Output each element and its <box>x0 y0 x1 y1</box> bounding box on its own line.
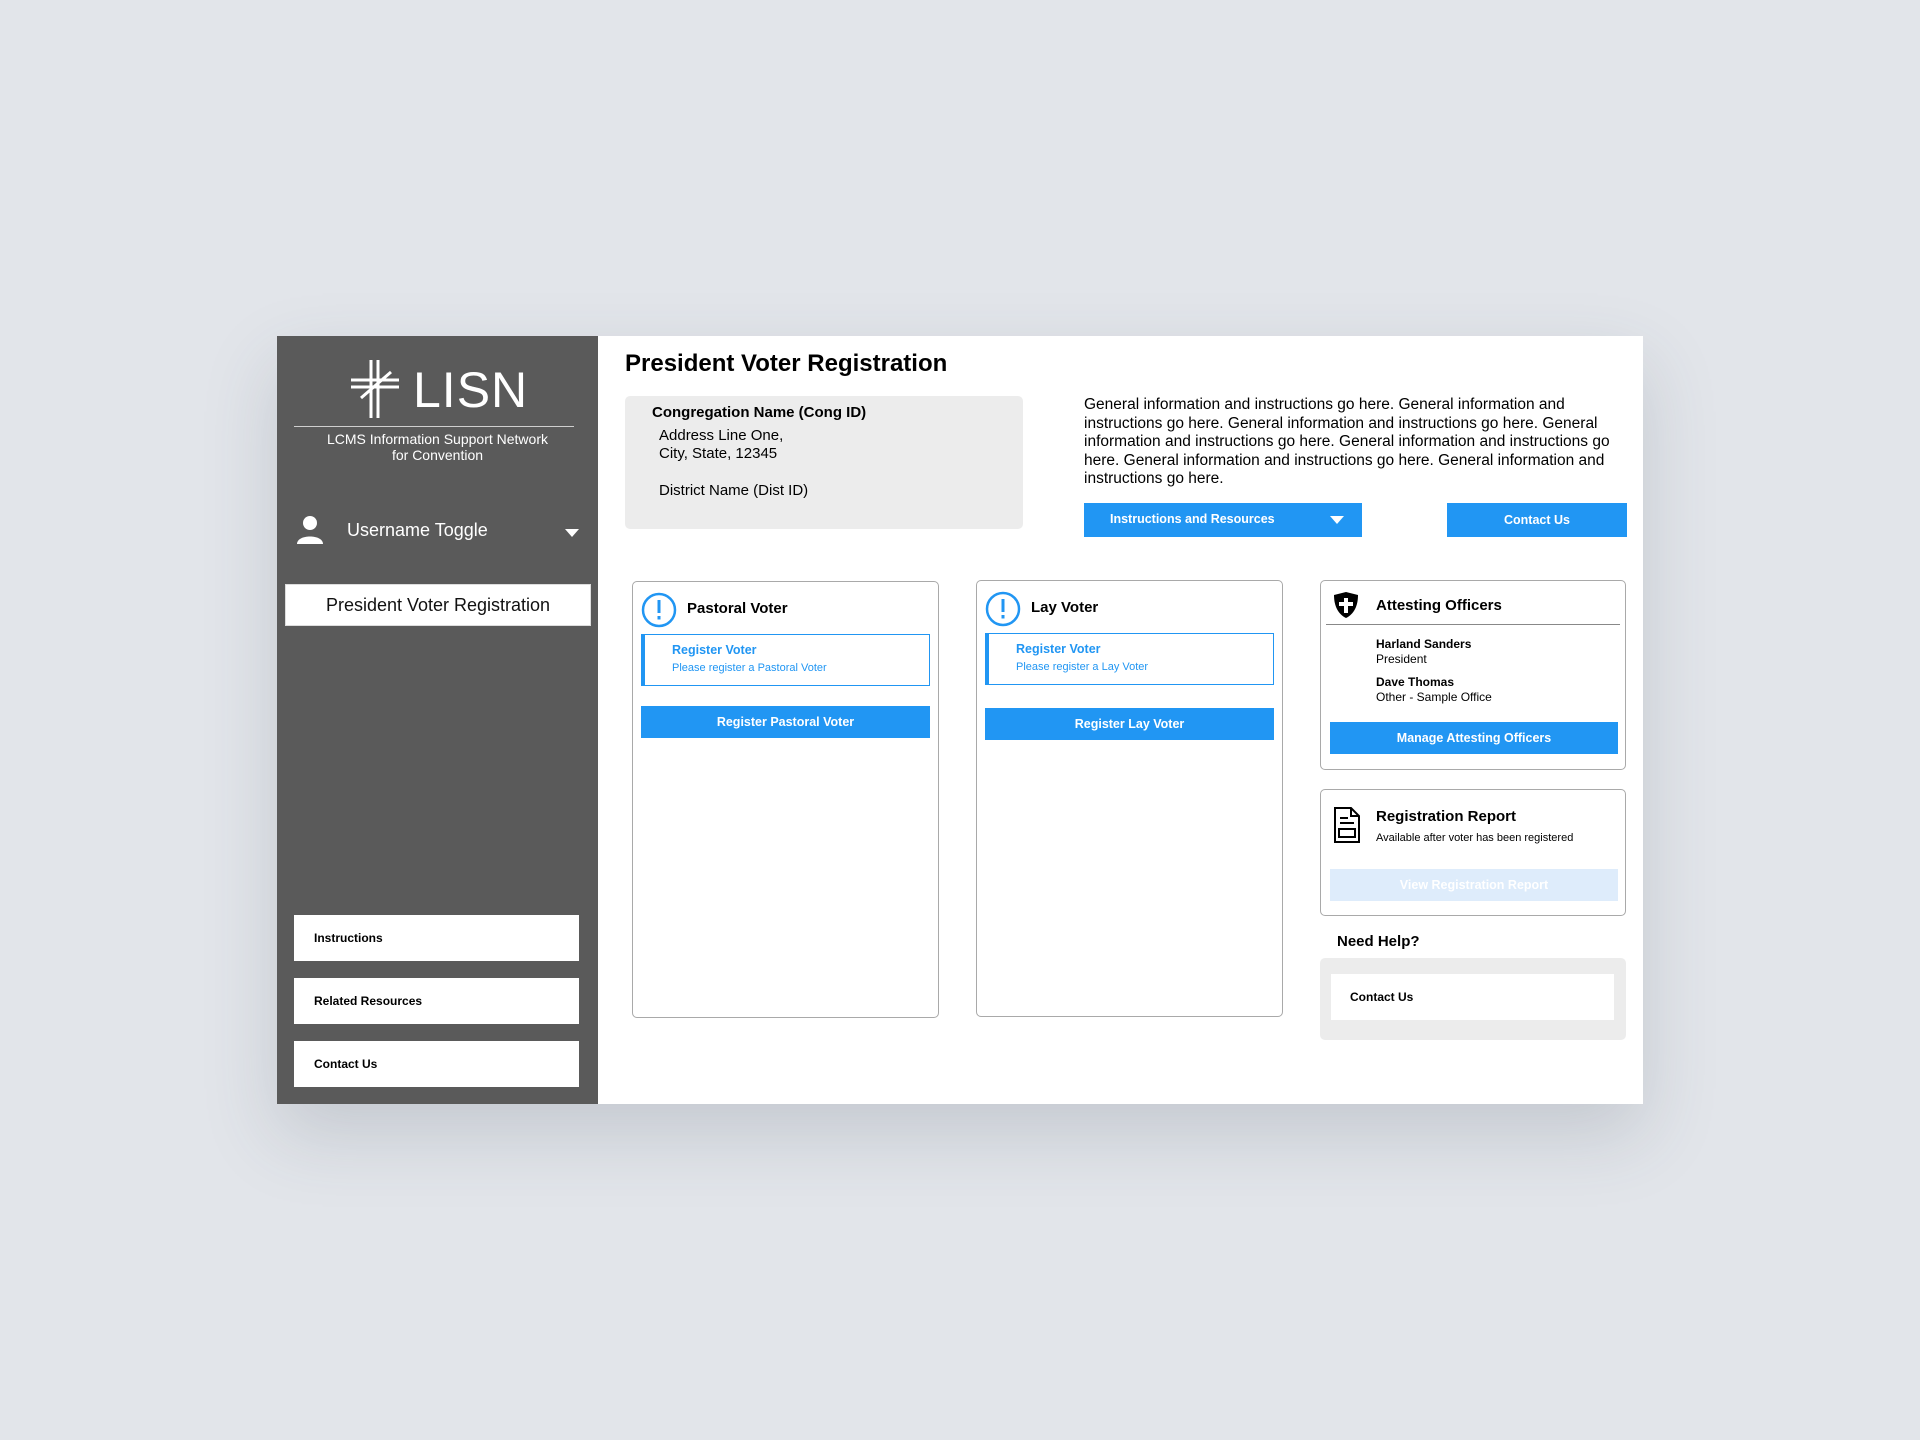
register-pastoral-voter-prompt[interactable]: Register Voter Please register a Pastora… <box>641 634 930 686</box>
lay-voter-title: Lay Voter <box>1031 599 1099 616</box>
help-panel: Contact Us <box>1320 958 1626 1040</box>
brand-subtitle-line2: for Convention <box>391 447 484 463</box>
alert-icon <box>641 592 677 628</box>
instructions-resources-dropdown[interactable]: Instructions and Resources <box>1084 503 1362 537</box>
brand-subtitle-line1: LCMS Information Support Network <box>327 431 548 447</box>
sidebar-item-president-voter-registration[interactable]: President Voter Registration <box>285 584 591 626</box>
sidebar-link-contact-us[interactable]: Contact Us <box>294 1041 579 1087</box>
manage-attesting-officers-button[interactable]: Manage Attesting Officers <box>1330 722 1618 754</box>
cross-icon <box>351 360 399 418</box>
district-name: District Name (Dist ID) <box>659 482 809 499</box>
help-contact-us-link[interactable]: Contact Us <box>1331 974 1614 1020</box>
registration-report-subtitle: Available after voter has been registere… <box>1376 832 1574 844</box>
register-voter-hint: Please register a Lay Voter <box>1016 661 1149 673</box>
dropdown-label: Instructions and Resources <box>1110 512 1275 526</box>
address-line-2: City, State, 12345 <box>659 445 778 462</box>
contact-us-button[interactable]: Contact Us <box>1447 503 1627 537</box>
shield-cross-icon <box>1334 592 1358 618</box>
pastoral-voter-title: Pastoral Voter <box>687 600 788 617</box>
officer-name: Harland Sanders <box>1376 637 1472 651</box>
view-registration-report-button[interactable]: View Registration Report <box>1330 869 1618 901</box>
register-voter-label: Register Voter <box>672 643 757 657</box>
officer-name: Dave Thomas <box>1376 675 1455 689</box>
username-toggle[interactable]: Username Toggle <box>297 514 587 550</box>
registration-report-card: Registration Report Available after vote… <box>1320 789 1626 916</box>
username-label: Username Toggle <box>347 520 488 540</box>
register-voter-label: Register Voter <box>1016 642 1101 656</box>
officer-role: Other - Sample Office <box>1376 690 1492 704</box>
sidebar: LISN LCMS Information Support Network fo… <box>277 336 598 1104</box>
congregation-name: Congregation Name (Cong ID) <box>652 404 867 421</box>
alert-icon <box>985 591 1021 627</box>
congregation-panel: Congregation Name (Cong ID) Address Line… <box>625 396 1023 529</box>
register-voter-hint: Please register a Pastoral Voter <box>672 662 827 674</box>
lay-voter-card: Lay Voter Register Voter Please register… <box>976 580 1283 1017</box>
divider <box>1326 624 1620 625</box>
brand-subtitle: LCMS Information Support Network for Con… <box>277 431 598 463</box>
app-window: LISN LCMS Information Support Network fo… <box>277 336 1643 1104</box>
document-icon <box>1334 807 1360 843</box>
register-pastoral-voter-button[interactable]: Register Pastoral Voter <box>641 706 930 738</box>
page-title: President Voter Registration <box>625 350 948 377</box>
need-help-heading: Need Help? <box>1337 933 1420 950</box>
user-icon <box>297 516 323 544</box>
register-lay-voter-button[interactable]: Register Lay Voter <box>985 708 1274 740</box>
sidebar-link-related-resources[interactable]: Related Resources <box>294 978 579 1024</box>
logo: LISN <box>347 358 537 420</box>
logo-divider <box>294 426 574 427</box>
register-lay-voter-prompt[interactable]: Register Voter Please register a Lay Vot… <box>985 633 1274 685</box>
chevron-down-icon <box>565 529 579 537</box>
sidebar-link-instructions[interactable]: Instructions <box>294 915 579 961</box>
chevron-down-icon <box>1330 516 1344 524</box>
attesting-officers-title: Attesting Officers <box>1376 597 1502 614</box>
brand-name: LISN <box>413 362 529 418</box>
registration-report-title: Registration Report <box>1376 808 1517 825</box>
pastoral-voter-card: Pastoral Voter Register Voter Please reg… <box>632 581 939 1018</box>
officer-role: President <box>1376 652 1427 666</box>
general-info-text: General information and instructions go … <box>1084 396 1610 487</box>
attesting-officers-card: Attesting Officers Harland Sanders Presi… <box>1320 580 1626 770</box>
address-line-1: Address Line One, <box>659 427 784 444</box>
